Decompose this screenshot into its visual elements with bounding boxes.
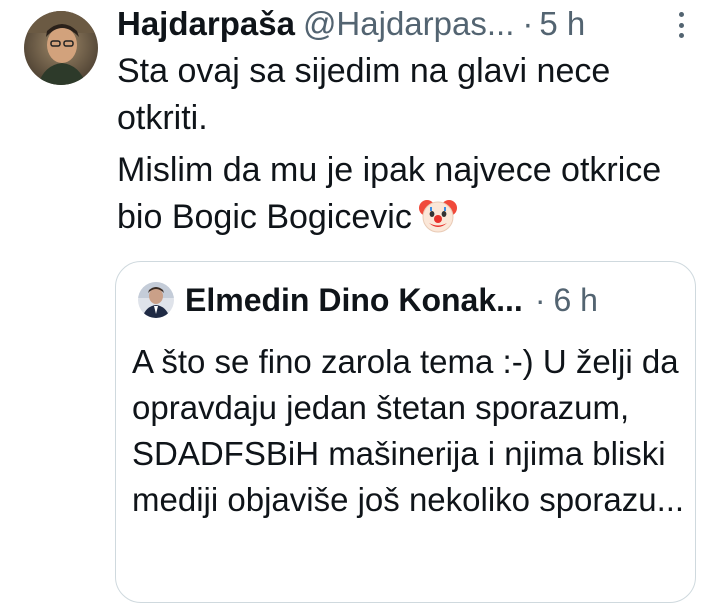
display-name[interactable]: Hajdarpaša [117, 5, 295, 43]
tweet-text-line-with-emoji: Mislim da mu je ipak najvece otkrice bio… [117, 147, 702, 248]
tweet-text: Sta ovaj sa sijedim na glavi nece otkrit… [117, 48, 702, 248]
quoted-display-name[interactable]: Elmedin Dino Konak... [185, 282, 523, 319]
quoted-avatar[interactable] [138, 282, 174, 318]
user-handle[interactable]: @Hajdarpas... [303, 5, 514, 43]
tweet-header: Hajdarpaša @Hajdarpas... · 5 h [117, 2, 585, 46]
separator-dot: · [534, 281, 546, 318]
timestamp[interactable]: 5 h [539, 5, 585, 43]
tweet-text-line: Sta ovaj sa sijedim na glavi nece otkrit… [117, 52, 611, 137]
quoted-timestamp[interactable]: 6 h [553, 282, 597, 319]
separator-dot: · [522, 5, 534, 42]
quoted-header: Elmedin Dino Konak... · 6 h [185, 278, 598, 322]
tweet[interactable]: Hajdarpaša @Hajdarpas... · 5 h Sta ovaj … [0, 0, 720, 615]
clown-face-icon [418, 195, 458, 248]
quoted-tweet[interactable]: Elmedin Dino Konak... · 6 h A što se fin… [115, 261, 696, 603]
quoted-text: A što se fino zarola tema :-) U želji da… [132, 343, 685, 518]
more-options-icon[interactable] [674, 12, 688, 38]
avatar[interactable] [24, 11, 98, 85]
tweet-text-line: Mislim da mu je ipak najvece otkrice bio… [117, 151, 662, 236]
